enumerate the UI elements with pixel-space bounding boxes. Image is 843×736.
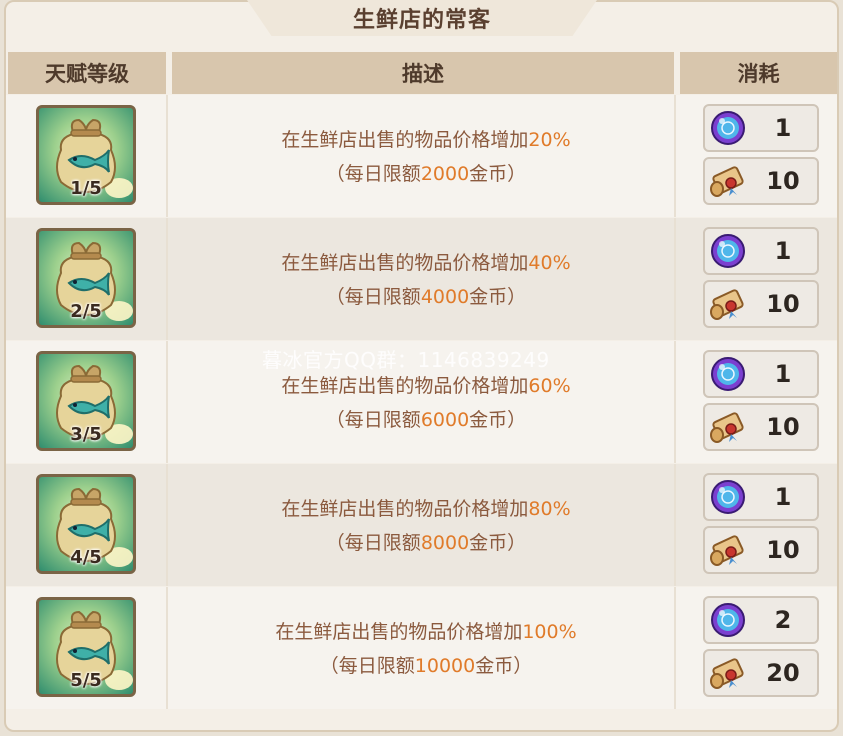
- limit-prefix: （每日限额: [319, 655, 415, 677]
- talent-icon-frame[interactable]: 4/5: [36, 474, 136, 574]
- cost-orb-amount: 1: [774, 360, 792, 388]
- watermark-text: 暮冰官方QQ群：1146839249: [262, 348, 550, 372]
- limit-suffix: 金币）: [475, 655, 533, 677]
- talent-row: 5/5 在生鲜店出售的物品价格增加100% （每日限额10000金币） 2 20: [6, 587, 837, 709]
- limit-suffix: 金币）: [469, 409, 527, 431]
- talent-level: 1/5: [70, 178, 102, 199]
- column-divider: [166, 587, 168, 709]
- bonus-percent: 20%: [528, 129, 571, 151]
- magic-orb-icon: [707, 354, 749, 394]
- cost-orb[interactable]: 1: [703, 104, 819, 152]
- talent-description: 在生鲜店出售的物品价格增加40% （每日限额4000金币）: [176, 246, 676, 314]
- magic-orb-icon: [707, 600, 749, 640]
- daily-cap: 4000: [420, 286, 470, 308]
- description-line-2: （每日限额6000金币）: [176, 403, 676, 437]
- talent-level: 3/5: [70, 424, 102, 445]
- cost-scroll[interactable]: 10: [703, 157, 819, 205]
- column-divider: [166, 464, 168, 586]
- talent-level: 2/5: [70, 301, 102, 322]
- column-header-cost: 消耗: [680, 52, 837, 94]
- description-text: 在生鲜店出售的物品价格增加: [275, 621, 523, 643]
- cost-orb[interactable]: 1: [703, 473, 819, 521]
- talent-description: 在生鲜店出售的物品价格增加20% （每日限额2000金币）: [176, 123, 676, 191]
- talent-icon-frame[interactable]: 5/5: [36, 597, 136, 697]
- column-divider: [166, 341, 168, 463]
- cost-orb-amount: 1: [774, 483, 792, 511]
- bonus-percent: 80%: [528, 498, 571, 520]
- scroll-icon: [707, 530, 749, 570]
- description-line-1: 在生鲜店出售的物品价格增加80%: [176, 492, 676, 526]
- cost-orb-amount: 1: [774, 237, 792, 265]
- daily-cap: 2000: [420, 163, 470, 185]
- talent-description: 在生鲜店出售的物品价格增加60% （每日限额6000金币）: [176, 369, 676, 437]
- magic-orb-icon: [707, 477, 749, 517]
- description-text: 在生鲜店出售的物品价格增加: [281, 375, 529, 397]
- cost-orb[interactable]: 2: [703, 596, 819, 644]
- cost-scroll-amount: 20: [766, 659, 800, 687]
- limit-prefix: （每日限额: [325, 163, 421, 185]
- scroll-icon: [707, 653, 749, 693]
- description-text: 在生鲜店出售的物品价格增加: [281, 498, 529, 520]
- talent-level: 5/5: [70, 670, 102, 691]
- column-divider: [166, 218, 168, 340]
- cost-orb-amount: 2: [774, 606, 792, 634]
- description-text: 在生鲜店出售的物品价格增加: [281, 252, 529, 274]
- column-header-description: 描述: [172, 52, 674, 94]
- description-line-1: 在生鲜店出售的物品价格增加20%: [176, 123, 676, 157]
- description-line-1: 在生鲜店出售的物品价格增加100%: [176, 615, 676, 649]
- cost-orb-amount: 1: [774, 114, 792, 142]
- talent-row: 4/5 在生鲜店出售的物品价格增加80% （每日限额8000金币） 1 10: [6, 464, 837, 586]
- limit-prefix: （每日限额: [325, 532, 421, 554]
- description-line-1: 在生鲜店出售的物品价格增加40%: [176, 246, 676, 280]
- panel-title: 生鲜店的常客: [247, 0, 597, 36]
- bonus-percent: 60%: [528, 375, 571, 397]
- scroll-icon: [707, 161, 749, 201]
- description-line-2: （每日限额2000金币）: [176, 157, 676, 191]
- description-text: 在生鲜店出售的物品价格增加: [281, 129, 529, 151]
- column-divider: [166, 95, 168, 217]
- daily-cap: 8000: [420, 532, 470, 554]
- cost-scroll-amount: 10: [766, 536, 800, 564]
- cost-scroll[interactable]: 10: [703, 403, 819, 451]
- talent-row: 1/5 在生鲜店出售的物品价格增加20% （每日限额2000金币） 1 10: [6, 95, 837, 217]
- scroll-icon: [707, 407, 749, 447]
- magic-orb-icon: [707, 108, 749, 148]
- cost-scroll[interactable]: 10: [703, 526, 819, 574]
- bonus-percent: 40%: [528, 252, 571, 274]
- cost-orb[interactable]: 1: [703, 350, 819, 398]
- description-line-1: 在生鲜店出售的物品价格增加60%: [176, 369, 676, 403]
- limit-prefix: （每日限额: [325, 286, 421, 308]
- description-line-2: （每日限额4000金币）: [176, 280, 676, 314]
- talent-description: 在生鲜店出售的物品价格增加80% （每日限额8000金币）: [176, 492, 676, 560]
- description-line-2: （每日限额10000金币）: [176, 649, 676, 683]
- cost-orb[interactable]: 1: [703, 227, 819, 275]
- talent-row: 2/5 在生鲜店出售的物品价格增加40% （每日限额4000金币） 1 10: [6, 218, 837, 340]
- cost-scroll-amount: 10: [766, 413, 800, 441]
- description-line-2: （每日限额8000金币）: [176, 526, 676, 560]
- talent-icon-frame[interactable]: 1/5: [36, 105, 136, 205]
- cost-scroll[interactable]: 20: [703, 649, 819, 697]
- cost-scroll[interactable]: 10: [703, 280, 819, 328]
- column-header-level: 天赋等级: [8, 52, 166, 94]
- limit-suffix: 金币）: [469, 286, 527, 308]
- daily-cap: 10000: [414, 655, 476, 677]
- cost-scroll-amount: 10: [766, 167, 800, 195]
- limit-prefix: （每日限额: [325, 409, 421, 431]
- bonus-percent: 100%: [522, 621, 577, 643]
- limit-suffix: 金币）: [469, 532, 527, 554]
- magic-orb-icon: [707, 231, 749, 271]
- cost-scroll-amount: 10: [766, 290, 800, 318]
- daily-cap: 6000: [420, 409, 470, 431]
- talent-icon-frame[interactable]: 2/5: [36, 228, 136, 328]
- scroll-icon: [707, 284, 749, 324]
- talent-description: 在生鲜店出售的物品价格增加100% （每日限额10000金币）: [176, 615, 676, 683]
- limit-suffix: 金币）: [469, 163, 527, 185]
- talent-icon-frame[interactable]: 3/5: [36, 351, 136, 451]
- talent-level: 4/5: [70, 547, 102, 568]
